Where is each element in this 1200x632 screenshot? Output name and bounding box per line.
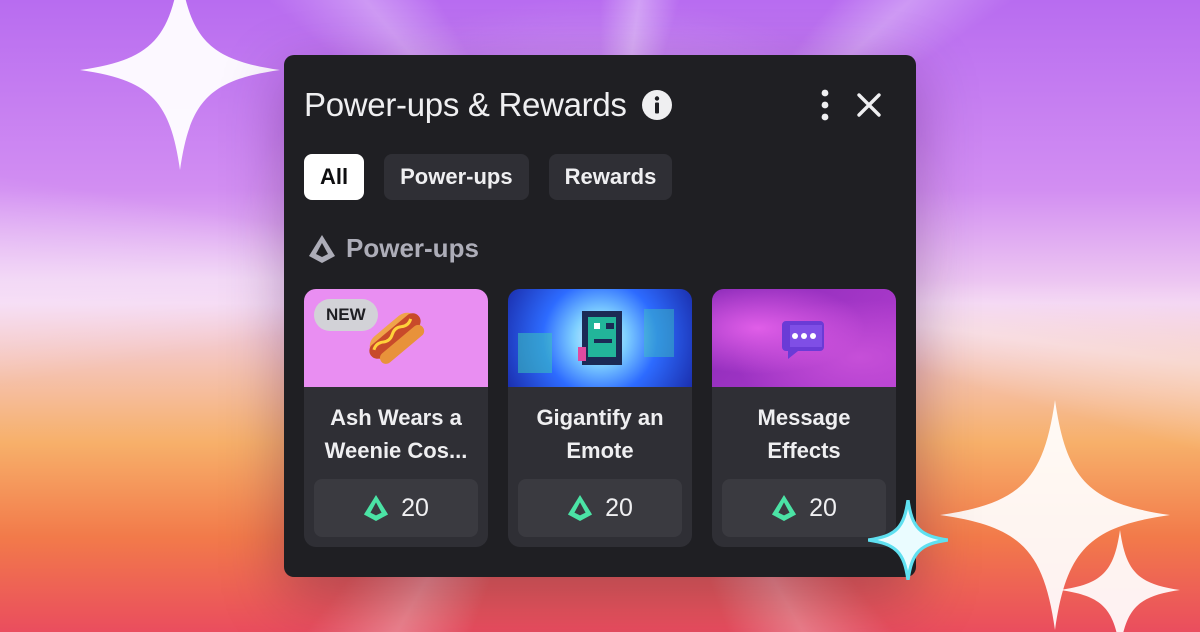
power-up-card[interactable]: NEW Ash Wears a Weenie Cos... 20 (304, 289, 488, 547)
card-price[interactable]: 20 (518, 479, 682, 537)
chat-bubble-icon (782, 321, 824, 359)
bits-gem-icon (309, 234, 335, 263)
card-image (508, 289, 692, 387)
price-value: 20 (401, 493, 429, 522)
tab-rewards[interactable]: Rewards (548, 154, 673, 200)
card-price[interactable]: 20 (722, 479, 886, 537)
card-price[interactable]: 20 (314, 479, 478, 537)
power-ups-rewards-panel: Power-ups & Rewards All Power-ups Reward… (284, 55, 916, 577)
card-title: Ash Wears a Weenie Cos... (324, 405, 468, 463)
sparkle-icon (80, 0, 280, 170)
card-title: Gigantify an Emote (536, 405, 664, 463)
power-up-card[interactable]: Gigantify an Emote 20 (508, 289, 692, 547)
panel-header: Power-ups & Rewards (304, 83, 896, 127)
price-value: 20 (809, 493, 837, 522)
bits-gem-icon (568, 495, 593, 521)
filter-tabs: All Power-ups Rewards (304, 154, 673, 200)
tab-all[interactable]: All (304, 154, 365, 200)
sparkle-icon (1060, 530, 1180, 632)
power-up-cards: NEW Ash Wears a Weenie Cos... 20 Giganti… (304, 289, 896, 547)
more-vertical-icon[interactable] (820, 88, 830, 122)
card-image: NEW (304, 289, 488, 387)
info-icon[interactable] (641, 89, 673, 121)
pixel-dinosaur-icon (518, 309, 674, 373)
card-title: Message Effects (757, 405, 851, 463)
card-image (712, 289, 896, 387)
section-title: Power-ups (346, 233, 479, 263)
price-value: 20 (605, 493, 633, 522)
bits-gem-icon (364, 495, 389, 521)
panel-title: Power-ups & Rewards (304, 86, 627, 123)
close-icon[interactable] (856, 92, 882, 118)
tab-power-ups[interactable]: Power-ups (384, 154, 529, 200)
bits-gem-icon (772, 495, 797, 521)
section-heading: Power-ups (308, 233, 479, 264)
sparkle-icon (868, 500, 948, 580)
hotdog-icon (369, 312, 425, 364)
